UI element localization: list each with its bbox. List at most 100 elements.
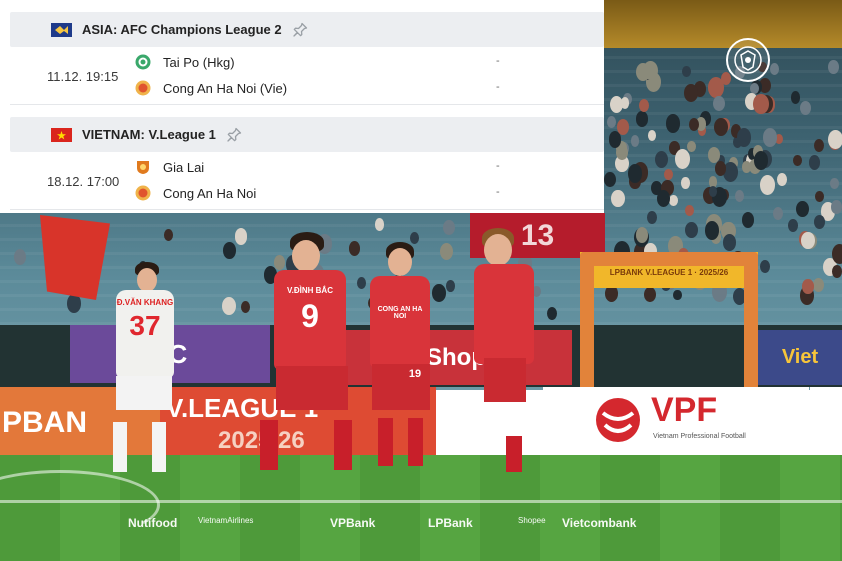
spectator <box>689 117 699 131</box>
spectator <box>445 280 455 292</box>
player-sock <box>260 420 278 470</box>
player-sock <box>408 418 423 466</box>
club-crest-icon <box>726 38 770 82</box>
player-number: 9 <box>301 298 319 334</box>
board-vietnam: Viet <box>758 330 842 385</box>
player-sock <box>113 422 127 472</box>
sponsor-logo: Vietcombank <box>562 516 637 530</box>
spectator <box>796 201 809 218</box>
spectator <box>222 242 236 259</box>
match-time: 18.12. 17:00 <box>47 174 120 189</box>
team-logo-icon <box>135 54 151 70</box>
spectator <box>222 296 236 315</box>
vietnam-flag-icon <box>51 127 72 142</box>
spectator <box>714 161 726 176</box>
sponsor-logo: Nutifood <box>128 516 178 530</box>
spectator <box>742 212 755 228</box>
league-header-afc[interactable]: ASIA: AFC Champions League 2 <box>10 12 604 47</box>
home-team-name: Gia Lai <box>163 159 205 175</box>
home-score: - <box>496 160 500 172</box>
spectator <box>647 129 657 141</box>
home-score: - <box>496 55 500 67</box>
board-partner <box>810 387 842 457</box>
spectator <box>831 243 842 264</box>
spectator <box>736 127 751 147</box>
sponsor-logo: VietnamAirlines <box>198 516 254 525</box>
spectator <box>723 234 736 251</box>
spectator <box>604 172 616 188</box>
vpf-text: VPF <box>651 391 718 429</box>
shirt-sponsor: CONG AN HA NOI <box>377 306 423 320</box>
spectator <box>828 129 842 150</box>
spectator <box>374 218 385 231</box>
player-shorts <box>276 366 348 410</box>
spectator <box>814 214 826 229</box>
spectator <box>547 306 558 320</box>
player-sock <box>334 420 352 470</box>
spectator <box>828 60 839 75</box>
spectator <box>675 148 691 169</box>
player-head <box>388 248 412 276</box>
away-score: - <box>496 81 500 93</box>
team-logo-icon <box>135 185 151 201</box>
spectator <box>801 231 815 250</box>
player-red-right <box>470 228 540 486</box>
player-shirt <box>370 276 430 368</box>
player-head <box>484 234 512 266</box>
board-vietnam-text: Viet <box>781 346 819 368</box>
player-sock <box>506 436 522 472</box>
pin-icon[interactable] <box>290 20 310 40</box>
pin-icon[interactable] <box>224 125 244 145</box>
spectator <box>681 177 690 189</box>
away-team-name: Cong An Ha Noi <box>163 185 257 201</box>
player-shorts <box>116 376 172 410</box>
spectator <box>759 260 770 273</box>
spectator <box>793 154 803 167</box>
spectator <box>610 189 625 208</box>
gate-banner: LPBANK V.LEAGUE 1 · 2025/26 <box>609 268 729 277</box>
player-head <box>292 240 320 272</box>
home-team: Gia Lai <box>135 158 204 176</box>
match-row[interactable]: 11.12. 19:15 Tai Po (Hkg) Cong An Ha Noi… <box>10 47 604 105</box>
stand-roof <box>604 0 842 48</box>
sponsor-logo: Shopee <box>518 516 546 525</box>
spectator <box>813 139 824 153</box>
spectator <box>617 119 630 135</box>
spectator <box>628 164 643 183</box>
spectator <box>708 186 717 197</box>
player-red-19: CONG AN HA NOI 19 <box>360 242 444 488</box>
spectator <box>687 140 696 152</box>
spectator <box>830 178 839 190</box>
spectator <box>760 174 776 195</box>
spectator <box>753 93 769 114</box>
player-red-9: V.ĐÌNH BẮC 9 <box>250 232 360 490</box>
spectator <box>636 111 648 127</box>
spectator <box>707 146 721 163</box>
player-shorts <box>484 358 526 402</box>
sponsor-logo: LPBank <box>428 516 473 530</box>
team-logo-icon <box>135 159 151 175</box>
spectator <box>799 101 811 115</box>
match-time: 11.12. 19:15 <box>47 69 119 84</box>
match-row[interactable]: 18.12. 17:00 Gia Lai Cong An Ha Noi - - <box>10 152 604 210</box>
league-title: ASIA: AFC Champions League 2 <box>82 22 282 37</box>
player-sock <box>152 422 166 472</box>
league-header-vleague[interactable]: VIETNAM: V.League 1 <box>10 117 604 152</box>
player-shirt <box>474 264 534 364</box>
away-score: - <box>496 186 500 198</box>
spectator <box>682 66 691 78</box>
spectator <box>620 97 630 109</box>
player-head <box>137 268 157 292</box>
spectator <box>639 98 650 112</box>
spectator <box>635 62 650 82</box>
player-sock <box>378 418 393 466</box>
home-team-name: Tai Po (Hkg) <box>163 54 235 70</box>
spectator <box>707 77 724 98</box>
spectator <box>713 117 728 137</box>
board-vpf: VPF Vietnam Professional Football <box>543 387 809 457</box>
spectator <box>234 228 248 245</box>
fixtures-panel: ASIA: AFC Champions League 2 11.12. 19:1… <box>0 0 604 213</box>
spectator <box>790 91 800 104</box>
spectator <box>663 169 673 181</box>
spectator <box>830 200 842 214</box>
